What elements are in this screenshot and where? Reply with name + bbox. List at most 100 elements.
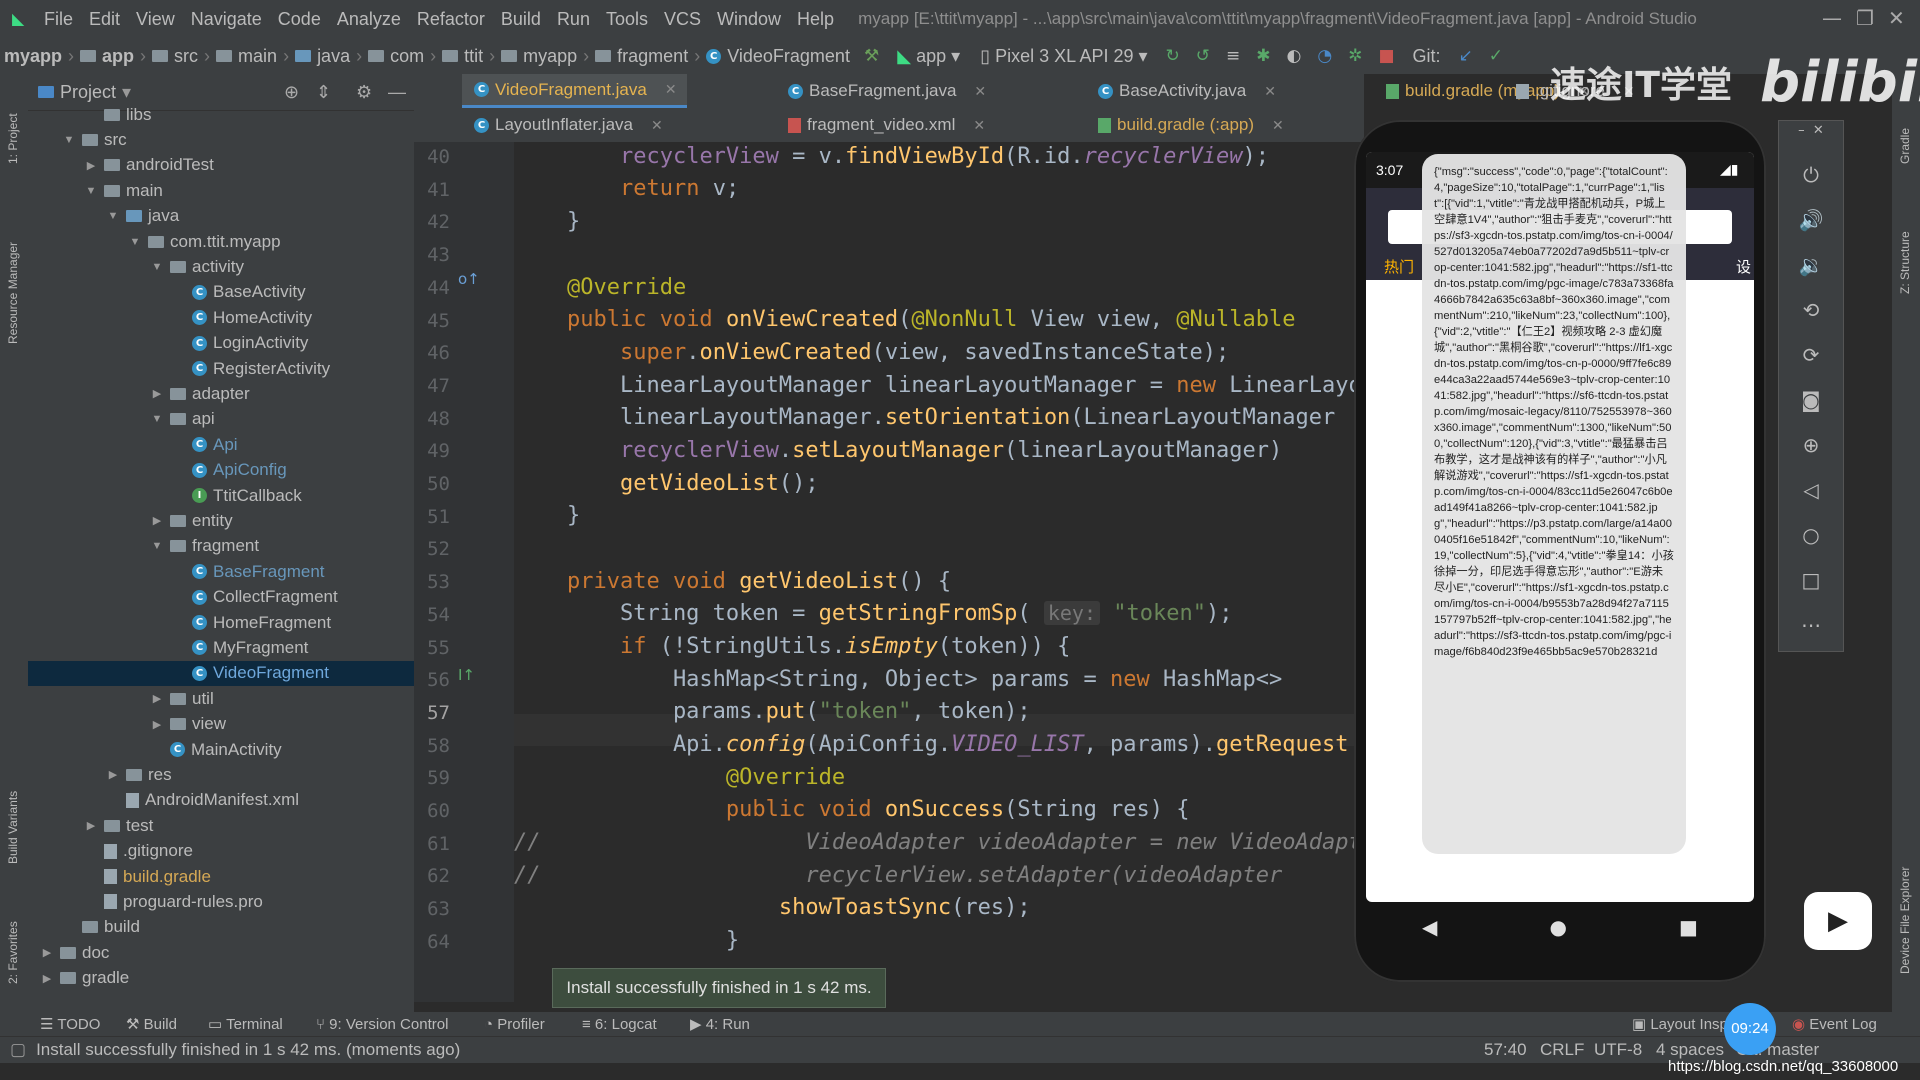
- close-tab-icon[interactable]: ✕: [974, 83, 986, 100]
- recents-icon[interactable]: ■: [1679, 915, 1698, 939]
- tab-settings[interactable]: 设: [1736, 256, 1751, 277]
- phone-screen[interactable]: 3:07 ◢▮ 热门 设 {"msg":"success","code":0,"…: [1366, 152, 1754, 902]
- bottom-tool-4-run[interactable]: ▶ 4: Run: [690, 1015, 750, 1033]
- bottom-tool-build[interactable]: ⚒ Build: [126, 1015, 177, 1033]
- gear-icon[interactable]: ⚙: [356, 82, 372, 103]
- tree-item[interactable]: ▶ adapter: [28, 381, 414, 406]
- stop-icon[interactable]: ■: [1378, 46, 1394, 66]
- bottom-tool-9-version-control[interactable]: ⑂ 9: Version Control: [316, 1016, 448, 1033]
- hammer-icon[interactable]: ⚒: [864, 46, 879, 66]
- tree-item[interactable]: I TtitCallback: [28, 483, 414, 508]
- menu-edit[interactable]: Edit: [89, 9, 120, 30]
- tree-item[interactable]: ▶ doc: [28, 940, 414, 965]
- project-panel-title[interactable]: Project: [60, 82, 116, 103]
- line-separator[interactable]: CRLF: [1540, 1040, 1584, 1060]
- favorites-tab[interactable]: 2: Favorites: [6, 921, 20, 984]
- profile-icon[interactable]: ◔: [1317, 46, 1332, 66]
- menu-view[interactable]: View: [136, 9, 175, 30]
- home-icon[interactable]: ●: [1550, 915, 1567, 939]
- menu-run[interactable]: Run: [557, 9, 590, 30]
- coverage-icon[interactable]: ◐: [1287, 46, 1302, 66]
- emulator-window-controls[interactable]: – ✕: [1779, 123, 1843, 138]
- tree-item[interactable]: ▶ gradle: [28, 966, 414, 991]
- tree-item[interactable]: libs: [28, 102, 414, 127]
- bottom-tool-profiler[interactable]: ◔ Profiler: [484, 1016, 545, 1033]
- more-icon[interactable]: ⋯: [1779, 613, 1843, 637]
- expanded-arrow-icon[interactable]: ▼: [62, 134, 76, 146]
- tree-item[interactable]: ▶ view: [28, 712, 414, 737]
- expanded-arrow-icon[interactable]: ▼: [106, 210, 120, 222]
- tree-item[interactable]: C MyFragment: [28, 635, 414, 660]
- apply-changes-icon[interactable]: ↻: [1166, 46, 1180, 66]
- close-tab-icon[interactable]: ✕: [973, 117, 985, 134]
- tree-item[interactable]: ▶ test: [28, 813, 414, 838]
- menu-code[interactable]: Code: [278, 9, 321, 30]
- collapsed-arrow-icon[interactable]: ▶: [150, 692, 164, 705]
- editor-tab[interactable]: C VideoFragment.java ✕: [462, 74, 687, 108]
- indent-setting[interactable]: 4 spaces: [1656, 1040, 1724, 1060]
- volume-down-icon[interactable]: 🔉: [1779, 253, 1843, 277]
- expanded-arrow-icon[interactable]: ▼: [150, 540, 164, 552]
- breadcrumb-item[interactable]: ttit ›: [442, 46, 495, 67]
- override-marker-icon[interactable]: o↑: [458, 270, 480, 288]
- tree-item[interactable]: C BaseActivity: [28, 280, 414, 305]
- menu-vcs[interactable]: VCS: [664, 9, 701, 30]
- tab-hot[interactable]: 热门: [1384, 256, 1414, 277]
- bottom-tool-terminal[interactable]: ▭ Terminal: [208, 1015, 283, 1033]
- menu-analyze[interactable]: Analyze: [337, 9, 401, 30]
- breadcrumb-item[interactable]: com ›: [368, 46, 436, 67]
- debug-icon[interactable]: ✱: [1256, 46, 1270, 66]
- expanded-arrow-icon[interactable]: ▼: [150, 261, 164, 273]
- tree-item[interactable]: C HomeActivity: [28, 305, 414, 330]
- collapse-all-icon[interactable]: ⇕: [316, 82, 331, 103]
- git-update-icon[interactable]: ↙: [1459, 46, 1473, 66]
- maximize-icon[interactable]: ❐: [1856, 6, 1874, 30]
- locate-icon[interactable]: ⊕: [284, 82, 299, 103]
- expanded-arrow-icon[interactable]: ▼: [150, 413, 164, 425]
- file-encoding[interactable]: UTF-8: [1594, 1040, 1642, 1060]
- editor-tab[interactable]: build.gradle (:app) ✕: [1086, 108, 1294, 142]
- tree-item[interactable]: .gitignore: [28, 839, 414, 864]
- collapsed-arrow-icon[interactable]: ▶: [40, 946, 54, 959]
- implements-marker-icon[interactable]: I↑: [458, 666, 475, 684]
- install-balloon[interactable]: Install successfully finished in 1 s 42 …: [552, 968, 886, 1008]
- tree-item[interactable]: proguard-rules.pro: [28, 889, 414, 914]
- breadcrumb-item[interactable]: java ›: [295, 46, 362, 67]
- tree-item[interactable]: C BaseFragment: [28, 559, 414, 584]
- apply-code-changes-icon[interactable]: ↺: [1196, 46, 1210, 66]
- project-tool-tab[interactable]: 1: Project: [6, 113, 20, 164]
- collapsed-arrow-icon[interactable]: ▶: [84, 819, 98, 832]
- caret-position[interactable]: 57:40: [1484, 1040, 1527, 1060]
- volume-up-icon[interactable]: 🔊: [1779, 208, 1843, 232]
- tree-item[interactable]: C CollectFragment: [28, 585, 414, 610]
- tree-item[interactable]: ▼ main: [28, 178, 414, 203]
- attach-debugger-icon[interactable]: ✲: [1348, 46, 1362, 66]
- breadcrumb-item[interactable]: main ›: [216, 46, 289, 67]
- tree-item[interactable]: build: [28, 915, 414, 940]
- minimize-icon[interactable]: —: [1822, 6, 1842, 30]
- gradle-tab[interactable]: Gradle: [1898, 128, 1912, 164]
- tree-item[interactable]: C Api: [28, 432, 414, 457]
- screenshot-icon[interactable]: ◙: [1779, 388, 1843, 412]
- rotate-right-icon[interactable]: ⟳: [1779, 343, 1843, 367]
- tree-item[interactable]: AndroidManifest.xml: [28, 788, 414, 813]
- tree-item[interactable]: C HomeFragment: [28, 610, 414, 635]
- breadcrumb-item[interactable]: myapp ›: [501, 46, 589, 67]
- bottom-tool-event-log[interactable]: ◉ Event Log: [1792, 1015, 1877, 1033]
- run-config-select[interactable]: ◣ app ▾: [897, 46, 960, 67]
- status-message[interactable]: Install successfully finished in 1 s 42 …: [36, 1040, 460, 1060]
- breadcrumb-item[interactable]: fragment ›: [595, 46, 700, 67]
- breadcrumb-item[interactable]: myapp ›: [4, 46, 74, 67]
- expanded-arrow-icon[interactable]: ▼: [128, 236, 142, 248]
- back-icon[interactable]: ◀: [1422, 915, 1437, 939]
- tree-item[interactable]: C MainActivity: [28, 737, 414, 762]
- structure-tab[interactable]: Z: Structure: [1898, 231, 1912, 294]
- tree-item[interactable]: build.gradle: [28, 864, 414, 889]
- bottom-tool-layout-insp[interactable]: ▣ Layout Insp: [1632, 1015, 1728, 1033]
- breadcrumb-item[interactable]: src ›: [152, 46, 210, 67]
- power-icon[interactable]: ⏻: [1779, 163, 1843, 187]
- zoom-icon[interactable]: ⊕: [1779, 433, 1843, 457]
- tree-item[interactable]: ▼ api: [28, 407, 414, 432]
- editor-tab[interactable]: C BaseFragment.java ✕: [776, 74, 996, 108]
- overview-nav-icon[interactable]: □: [1779, 568, 1843, 592]
